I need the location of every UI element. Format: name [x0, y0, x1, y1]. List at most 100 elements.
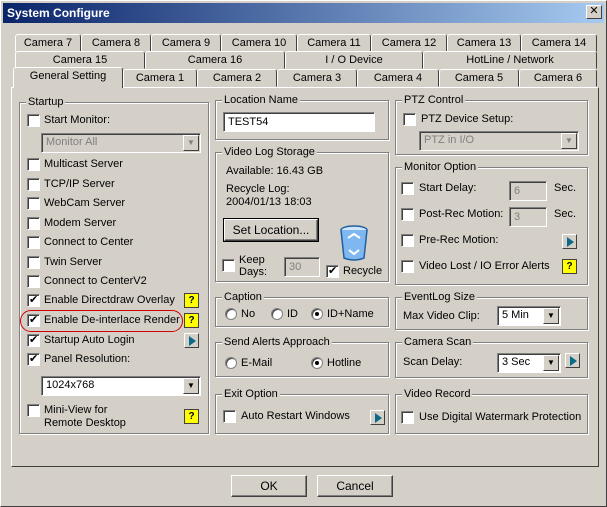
start-delay-label: Start Delay: [419, 182, 477, 194]
caption-no-radio[interactable] [225, 308, 237, 320]
caption-id-name-label: ID+Name [327, 308, 374, 320]
tab-camera-14[interactable]: Camera 14 [521, 34, 597, 52]
panel-resolution-label: Panel Resolution: [44, 353, 131, 365]
max-clip-select[interactable]: 5 Min ▼ [497, 306, 561, 326]
post-rec-checkbox[interactable] [401, 208, 414, 221]
tab-camera-12[interactable]: Camera 12 [371, 34, 447, 52]
scan-delay-select[interactable]: 3 Sec ▼ [497, 353, 561, 373]
auto-restart-checkbox[interactable] [223, 410, 236, 423]
help-icon[interactable]: ? [562, 259, 577, 274]
keep-days-checkbox[interactable] [222, 259, 235, 272]
tab-camera-6[interactable]: Camera 6 [519, 69, 597, 87]
start-delay-unit: Sec. [554, 182, 577, 194]
panel-resolution-checkbox[interactable] [27, 352, 40, 366]
location-name-input[interactable]: TEST54 [223, 112, 375, 132]
tab-camera-1[interactable]: Camera 1 [123, 69, 197, 87]
close-icon[interactable]: ✕ [586, 5, 602, 19]
help-icon[interactable]: ? [184, 293, 199, 308]
eventlog-size-title: EventLog Size [402, 290, 477, 304]
video-record-title: Video Record [402, 387, 473, 401]
tab-camera-13[interactable]: Camera 13 [447, 34, 521, 52]
ptz-device-label: PTZ Device Setup: [421, 113, 514, 125]
caption-id-name-radio[interactable] [311, 308, 323, 320]
ptz-device-select[interactable]: PTZ in I/O ▼ [419, 131, 579, 151]
camera-scan-title: Camera Scan [402, 335, 474, 349]
email-label: E-Mail [241, 357, 273, 369]
chevron-down-icon: ▼ [543, 308, 559, 324]
tcpip-server-label: TCP/IP Server [44, 178, 115, 190]
play-icon[interactable] [565, 353, 580, 368]
multicast-server-checkbox[interactable] [27, 158, 40, 171]
help-icon[interactable]: ? [184, 409, 199, 424]
deinterlace-render-label: Enable De-interlace Render [44, 314, 180, 326]
max-clip-label: Max Video Clip: [403, 310, 480, 322]
chevron-down-icon: ▼ [183, 378, 199, 394]
ok-button[interactable]: OK [231, 475, 307, 497]
help-icon[interactable]: ? [184, 313, 199, 328]
play-icon[interactable] [370, 410, 385, 425]
ptz-control-title: PTZ Control [402, 93, 466, 107]
tab-camera-2[interactable]: Camera 2 [197, 69, 277, 87]
tcpip-server-checkbox[interactable] [27, 178, 40, 191]
chevron-down-icon: ▼ [543, 355, 559, 371]
webcam-server-label: WebCam Server [44, 197, 126, 209]
mini-view-label-line1: Mini-View for [44, 404, 108, 416]
keep-days-input[interactable]: 30 [284, 257, 320, 277]
tab-camera-4[interactable]: Camera 4 [357, 69, 439, 87]
ptz-device-checkbox[interactable] [403, 113, 416, 126]
recycle-label: Recycle [343, 265, 383, 277]
watermark-label: Use Digital Watermark Protection [419, 411, 582, 423]
caption-no-label: No [241, 308, 256, 320]
twin-server-checkbox[interactable] [27, 256, 40, 269]
cancel-button[interactable]: Cancel [317, 475, 393, 497]
tab-general-setting[interactable]: General Setting [13, 67, 123, 88]
tab-camera-8[interactable]: Camera 8 [81, 34, 151, 52]
video-log-title: Video Log Storage [222, 145, 317, 159]
location-name-title: Location Name [222, 93, 300, 107]
video-lost-checkbox[interactable] [401, 260, 414, 273]
title-bar: System Configure ✕ [3, 3, 604, 23]
recycle-log-label: Recycle Log: [226, 183, 290, 195]
email-radio[interactable] [225, 357, 237, 369]
start-delay-checkbox[interactable] [401, 182, 414, 195]
startup-auto-login-checkbox[interactable] [27, 333, 40, 347]
connect-to-center-checkbox[interactable] [27, 236, 40, 249]
tab-camera-16[interactable]: Camera 16 [145, 51, 285, 69]
play-icon[interactable] [184, 333, 199, 348]
directdraw-overlay-label: Enable Directdraw Overlay [44, 294, 175, 306]
tab-camera-11[interactable]: Camera 11 [297, 34, 371, 52]
caption-id-radio[interactable] [271, 308, 283, 320]
pre-rec-checkbox[interactable] [401, 234, 414, 247]
set-location-button[interactable]: Set Location... [223, 218, 319, 242]
startup-auto-login-label: Startup Auto Login [44, 334, 135, 346]
tab-camera-3[interactable]: Camera 3 [277, 69, 357, 87]
tab-camera-10[interactable]: Camera 10 [221, 34, 297, 52]
twin-server-label: Twin Server [44, 256, 103, 268]
play-icon[interactable] [562, 234, 577, 249]
webcam-server-checkbox[interactable] [27, 197, 40, 210]
directdraw-overlay-checkbox[interactable] [27, 293, 40, 307]
modem-server-checkbox[interactable] [27, 217, 40, 230]
connect-to-center-label: Connect to Center [44, 236, 134, 248]
tab-io-device[interactable]: I / O Device [285, 51, 423, 69]
system-configure-window: System Configure ✕ Camera 7 Camera 8 Cam… [0, 0, 607, 507]
deinterlace-render-checkbox[interactable] [27, 313, 40, 327]
post-rec-input[interactable]: 3 [509, 207, 547, 227]
tab-camera-7[interactable]: Camera 7 [15, 34, 81, 52]
resolution-select[interactable]: 1024x768 ▼ [41, 376, 201, 396]
connect-to-centerv2-checkbox[interactable] [27, 275, 40, 288]
start-delay-input[interactable]: 6 [509, 181, 547, 201]
tab-camera-5[interactable]: Camera 5 [439, 69, 519, 87]
hotline-label: Hotline [327, 357, 362, 369]
mini-view-checkbox[interactable] [27, 404, 40, 417]
hotline-radio[interactable] [311, 357, 323, 369]
watermark-checkbox[interactable] [401, 411, 414, 424]
tab-camera-9[interactable]: Camera 9 [151, 34, 221, 52]
recycle-checkbox[interactable] [326, 264, 339, 278]
monitor-select[interactable]: Monitor All ▼ [41, 133, 201, 153]
tab-hotline-network[interactable]: HotLine / Network [423, 51, 597, 69]
start-monitor-checkbox[interactable] [27, 114, 40, 127]
send-alerts-title: Send Alerts Approach [222, 335, 332, 349]
modem-server-label: Modem Server [44, 217, 117, 229]
days-label: Days: [239, 266, 268, 278]
